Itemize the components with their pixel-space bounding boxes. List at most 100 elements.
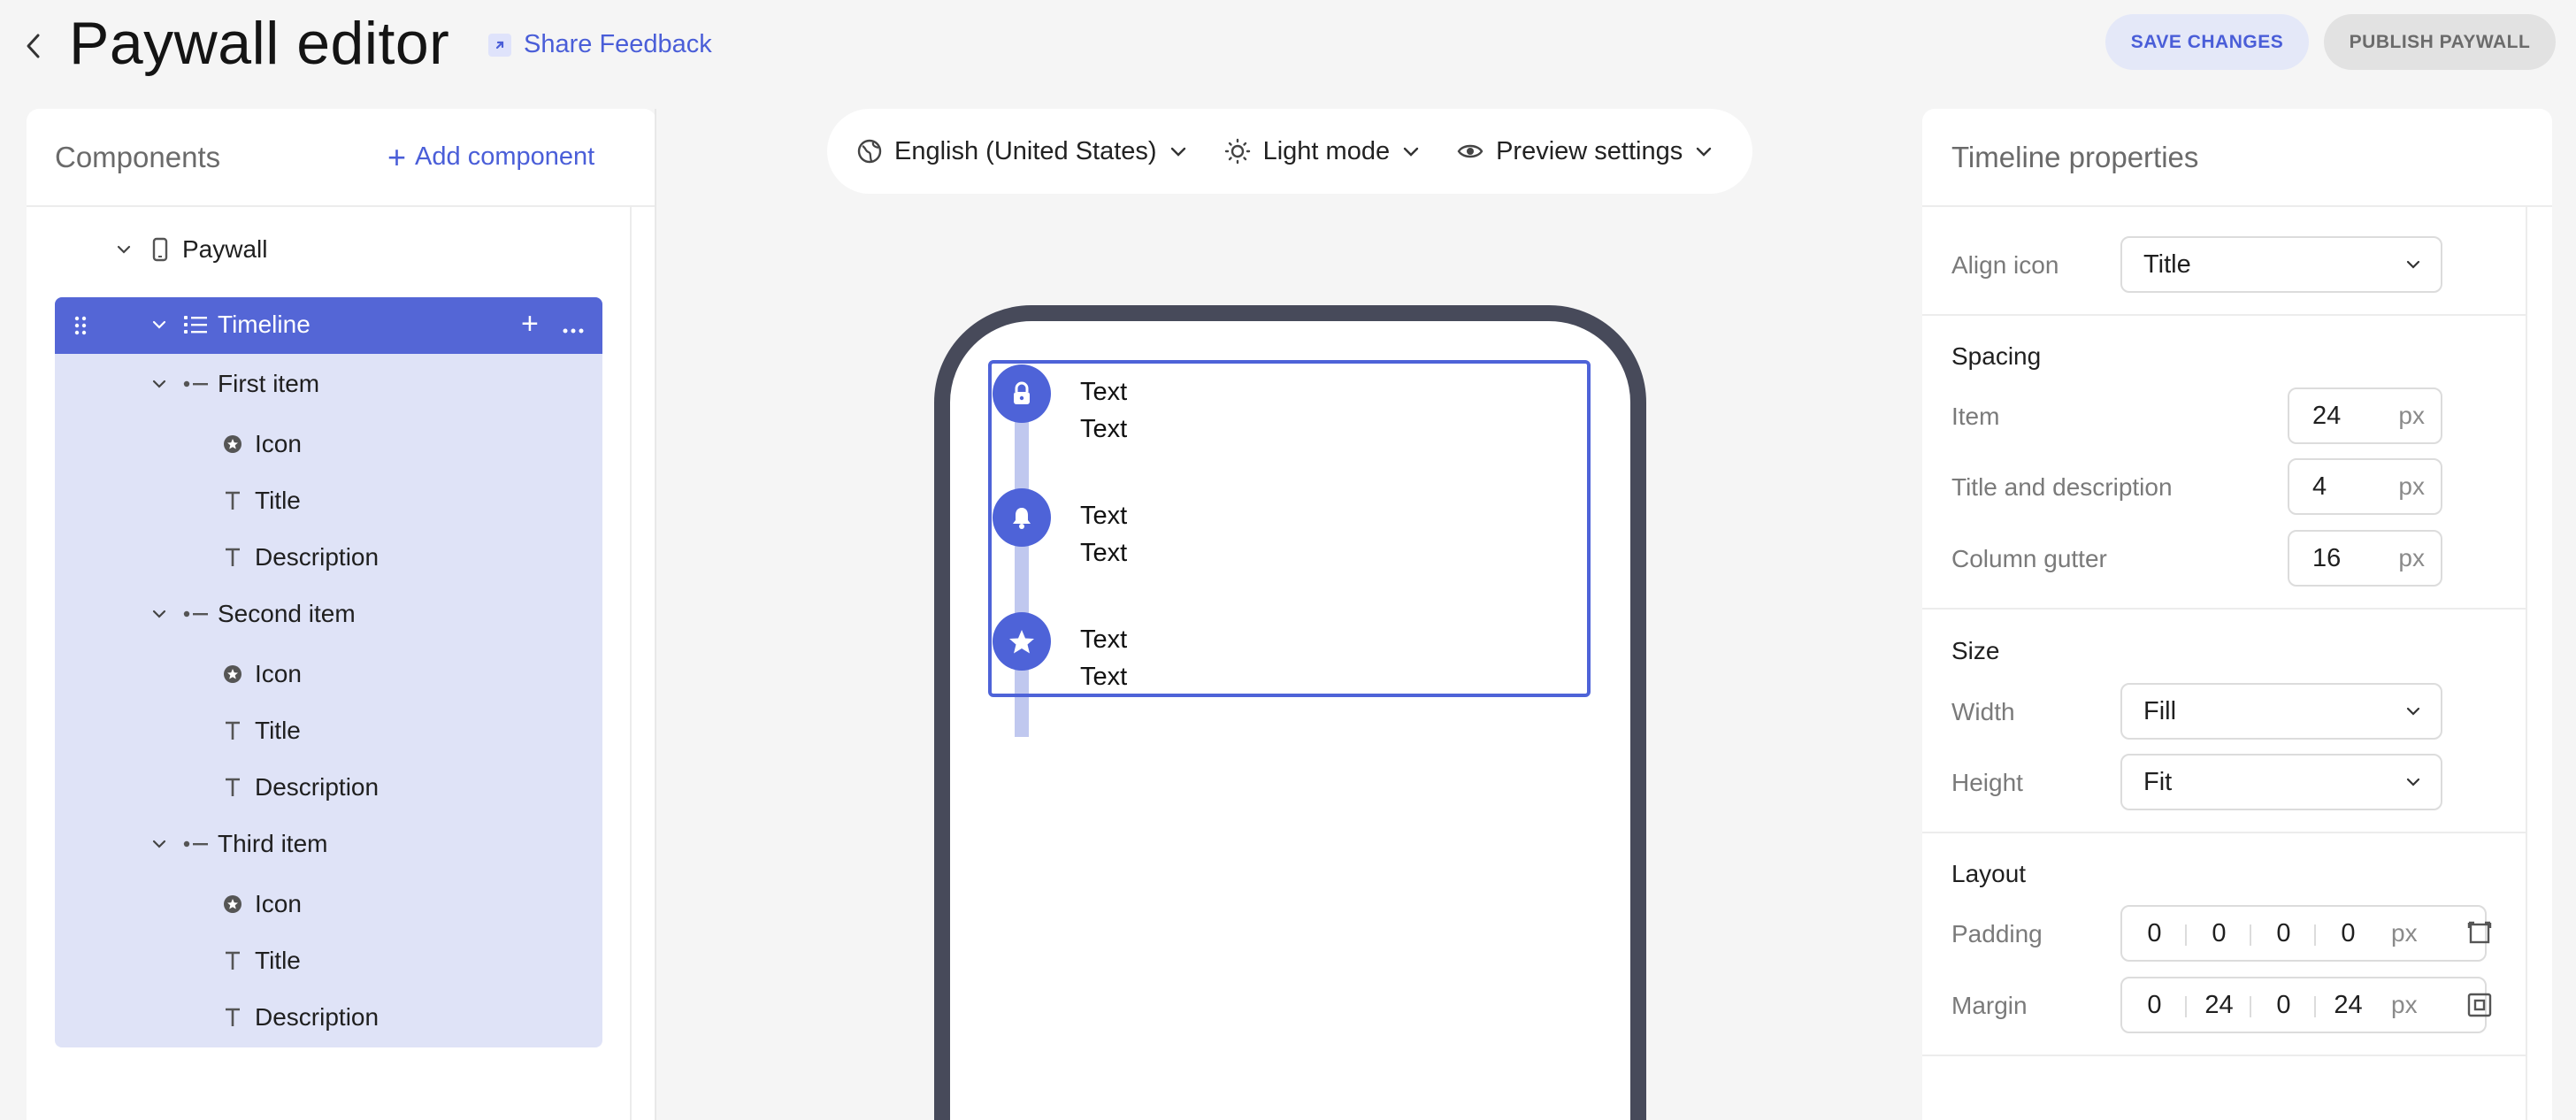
tree-item-third-item[interactable]: Third item (149, 830, 327, 858)
more-options-icon[interactable] (563, 322, 584, 338)
chevron-down-icon[interactable] (149, 319, 170, 330)
timeline-dot[interactable] (993, 612, 1051, 671)
margin-label: Margin (1951, 992, 2028, 1019)
tree-item-title[interactable]: Title (219, 717, 301, 745)
bell-icon (1013, 508, 1031, 529)
timeline-item-title[interactable]: Text (1080, 378, 1127, 407)
properties-title: Timeline properties (1951, 141, 2199, 173)
text-icon (219, 721, 246, 740)
timeline-dot[interactable] (993, 488, 1051, 547)
padding-link-toggle[interactable] (2462, 916, 2497, 951)
tree-item-label: Description (255, 543, 380, 571)
height-value: Fit (2143, 767, 2173, 796)
tree-item-description[interactable]: Description (219, 1003, 379, 1032)
scrollbar-track[interactable] (630, 207, 632, 1120)
timeline-item-description[interactable]: Text (1080, 663, 1127, 692)
chevron-down-icon[interactable] (149, 379, 170, 389)
text-icon (219, 778, 246, 797)
title-description-spacing-input[interactable]: 4 px (2288, 458, 2442, 515)
tree-item-label: Description (255, 773, 380, 801)
chevron-down-icon (1403, 147, 1419, 157)
chevron-down-icon (1697, 147, 1712, 157)
margin-bottom-input[interactable]: 0 (2251, 991, 2316, 1020)
language-label: English (United States) (894, 136, 1157, 165)
components-title: Components (55, 141, 221, 173)
language-select[interactable]: English (United States) (857, 137, 1187, 166)
margin-square-icon (2467, 993, 2492, 1017)
tree-item-label: Icon (255, 430, 302, 457)
tree-item-label: Second item (218, 600, 356, 627)
section-divider (1922, 608, 2526, 610)
margin-left-input[interactable]: 24 (2316, 991, 2380, 1020)
timeline-item-icon (182, 840, 209, 848)
title-description-spacing-value: 4 (2312, 472, 2327, 501)
publish-paywall-button[interactable]: PUBLISH PAYWALL (2324, 14, 2556, 70)
tree-item-description[interactable]: Description (219, 543, 379, 572)
tree-item-icon[interactable]: Icon (219, 890, 302, 918)
timeline-item-title[interactable]: Text (1080, 625, 1127, 655)
padding-input-group[interactable]: 0 0 0 0 px (2120, 905, 2487, 962)
tree-item-title[interactable]: Title (219, 947, 301, 975)
mode-select[interactable]: Light mode (1224, 137, 1421, 166)
margin-link-toggle[interactable] (2462, 987, 2497, 1023)
tree-item-second-item[interactable]: Second item (149, 600, 356, 628)
height-select[interactable]: Fit (2120, 754, 2442, 810)
add-component-button[interactable]: + Add component (387, 138, 595, 175)
margin-right-input[interactable]: 24 (2187, 991, 2251, 1020)
chevron-down-icon (1170, 147, 1185, 157)
components-panel: Components + Add component Paywall Timel… (27, 109, 656, 1120)
item-spacing-input[interactable]: 24 px (2288, 387, 2442, 444)
tree-item-first-item[interactable]: First item (149, 370, 319, 398)
icon-component-icon (219, 434, 246, 454)
tree-item-label: Paywall (182, 235, 268, 263)
chevron-down-icon[interactable] (149, 839, 170, 849)
layout-section-title: Layout (1951, 860, 2027, 887)
width-select[interactable]: Fill (2120, 683, 2442, 740)
padding-right-input[interactable]: 0 (2187, 919, 2251, 948)
drag-handle-icon[interactable] (74, 315, 87, 341)
unit-label: px (2391, 919, 2418, 947)
selected-tree-block (55, 297, 602, 1047)
tree-item-timeline[interactable]: Timeline + (55, 297, 602, 354)
column-gutter-input[interactable]: 16 px (2288, 530, 2442, 587)
size-section-title: Size (1951, 637, 2000, 664)
timeline-item-title[interactable]: Text (1080, 502, 1127, 531)
tree-item-label: Icon (255, 660, 302, 687)
chevron-down-icon[interactable] (113, 244, 134, 255)
tree-item-timeline-row[interactable]: Timeline (149, 311, 310, 339)
tree-item-icon[interactable]: Icon (219, 430, 302, 458)
padding-top-input[interactable]: 0 (2122, 919, 2187, 948)
timeline-item-description[interactable]: Text (1080, 415, 1127, 444)
timeline-item-description[interactable]: Text (1080, 539, 1127, 568)
tree-item-title[interactable]: Title (219, 487, 301, 515)
back-button[interactable] (19, 32, 48, 60)
unit-label: px (2391, 991, 2418, 1018)
align-icon-select[interactable]: Title (2120, 236, 2442, 293)
spacing-section-title: Spacing (1951, 342, 2042, 370)
add-child-button[interactable]: + (521, 309, 539, 339)
add-component-label: Add component (415, 142, 595, 171)
page-title: Paywall editor (69, 10, 450, 77)
save-changes-button[interactable]: SAVE CHANGES (2105, 14, 2309, 70)
timeline-selection-outline[interactable] (988, 360, 1591, 697)
chevron-down-icon[interactable] (149, 609, 170, 619)
tree-item-description[interactable]: Description (219, 773, 379, 802)
chevron-down-icon (2406, 707, 2420, 716)
padding-left-input[interactable]: 0 (2316, 919, 2380, 948)
margin-input-group[interactable]: 0 24 0 24 px (2120, 977, 2487, 1033)
tree-item-label: Timeline (218, 311, 310, 338)
scrollbar-track[interactable] (2526, 207, 2527, 1120)
preview-settings-select[interactable]: Preview settings (1457, 137, 1713, 166)
tree-item-paywall[interactable]: Paywall (113, 235, 267, 264)
phone-icon (147, 237, 173, 262)
tree-item-icon[interactable]: Icon (219, 660, 302, 688)
share-feedback-link[interactable]: Share Feedback (488, 30, 712, 59)
width-value: Fill (2143, 696, 2177, 725)
padding-bottom-input[interactable]: 0 (2251, 919, 2316, 948)
chevron-down-icon (2406, 260, 2420, 269)
properties-header: Timeline properties (1922, 109, 2552, 207)
plus-icon: + (387, 138, 407, 175)
preview-settings-label: Preview settings (1496, 136, 1683, 165)
timeline-dot[interactable] (993, 364, 1051, 423)
margin-top-input[interactable]: 0 (2122, 991, 2187, 1020)
